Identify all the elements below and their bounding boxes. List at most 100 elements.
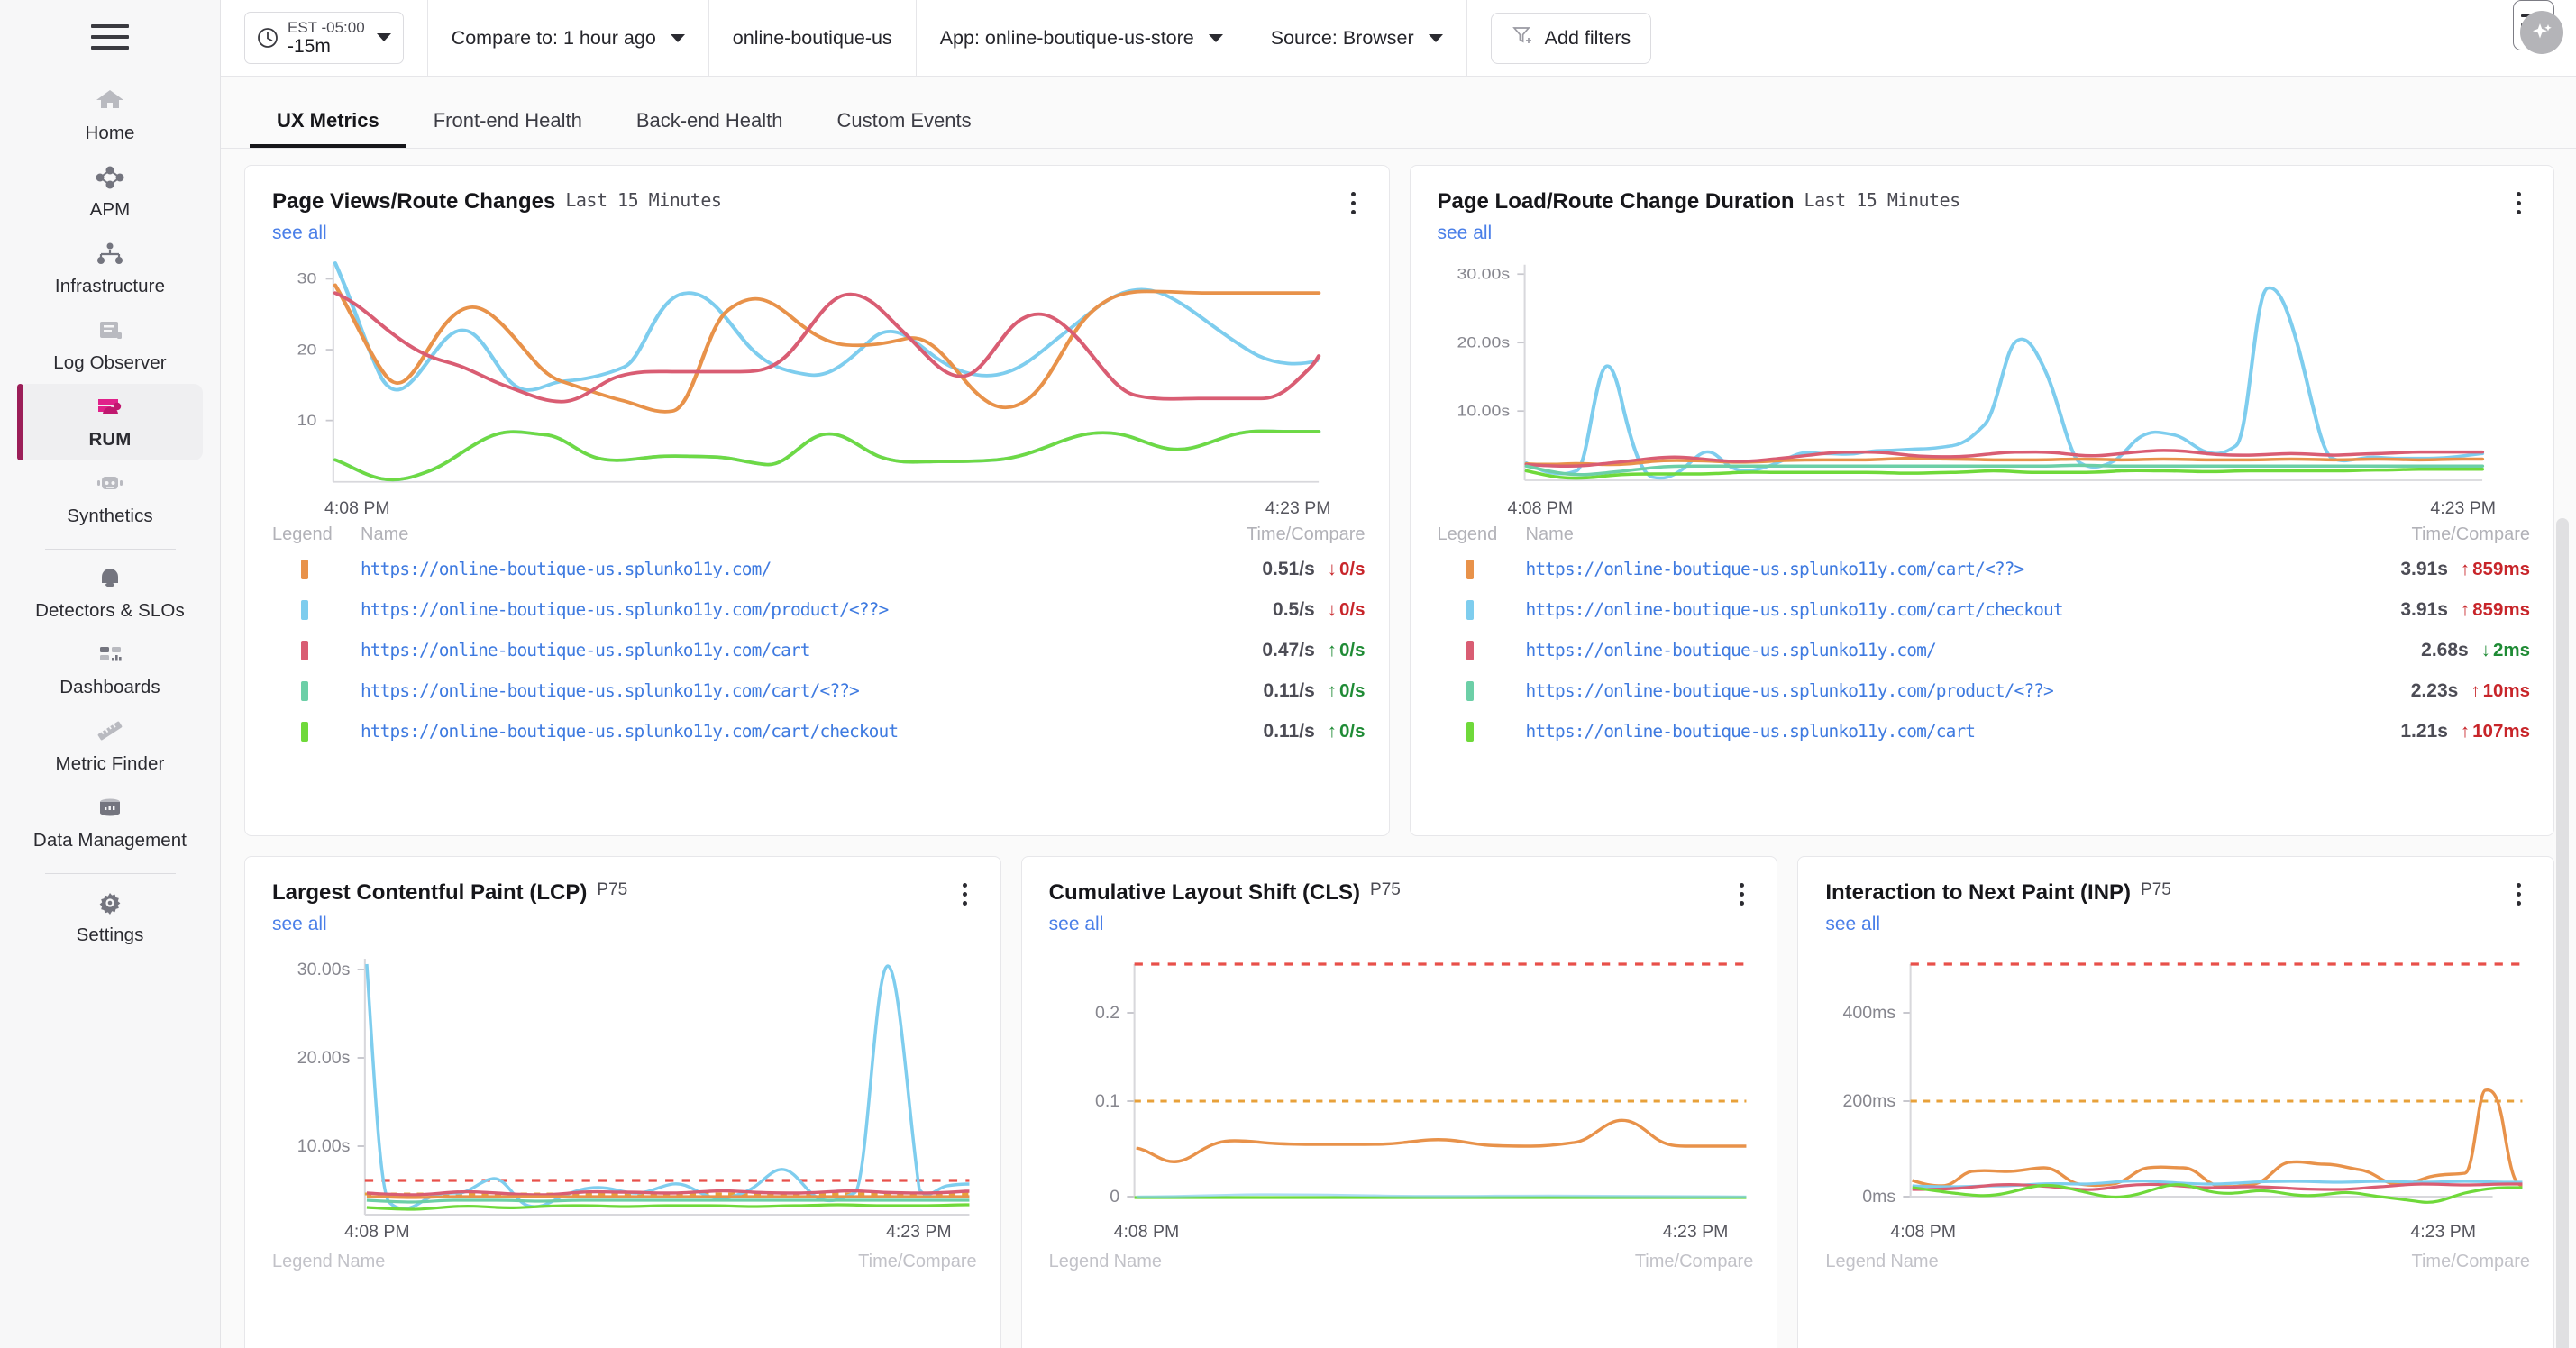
compare-label: Compare to: 1 hour ago [451, 26, 656, 49]
sidebar-item-dashboards[interactable]: Dashboards [18, 632, 203, 708]
main-area: EST -05:00 -15m Compare to: 1 hour ago o… [221, 0, 2576, 1348]
app-dropdown[interactable]: App: online-boutique-us-store [917, 0, 1247, 76]
lcp-chart: 30.00s 20.00s 10.00s 4:08 PM 4:23 PM [272, 948, 977, 1243]
sidebar-item-rum[interactable]: RUM [16, 384, 203, 460]
metric-value: 0.11/s [1263, 720, 1315, 742]
app-label: App: online-boutique-us-store [939, 26, 1194, 49]
time-zone-label: EST -05:00 [288, 18, 365, 36]
environment-selector[interactable]: online-boutique-us [709, 0, 917, 76]
table-row[interactable]: https://online-boutique-us.splunko11y.co… [1438, 670, 2530, 711]
series-link[interactable]: https://online-boutique-us.splunko11y.co… [361, 680, 860, 701]
page-title: Page Views/Route Changes [272, 189, 556, 214]
legend-col-header: Legend [1825, 1252, 1886, 1271]
series-link[interactable]: https://online-boutique-us.splunko11y.co… [361, 640, 811, 660]
see-all-link[interactable]: see all [272, 223, 327, 244]
table-row[interactable]: https://online-boutique-us.splunko11y.co… [1438, 549, 2530, 589]
sidebar-item-label: Data Management [32, 830, 187, 851]
ruler-icon [94, 716, 126, 747]
sidebar-item-log-observer[interactable]: Log Observer [18, 307, 203, 384]
page-title: Interaction to Next Paint (INP) [1825, 880, 2132, 905]
table-row[interactable]: https://online-boutique-us.splunko11y.co… [272, 670, 1366, 711]
sparkle-ai-icon[interactable] [2520, 11, 2563, 54]
see-all-link[interactable]: see all [1438, 223, 1493, 244]
table-row[interactable]: https://online-boutique-us.splunko11y.co… [1438, 589, 2530, 630]
sidebar-item-label: Infrastructure [54, 276, 166, 296]
series-link[interactable]: https://online-boutique-us.splunko11y.co… [361, 599, 889, 620]
log-document-icon [94, 315, 126, 346]
compare-dropdown[interactable]: Compare to: 1 hour ago [428, 0, 709, 76]
x-axis-start-label: 4:08 PM [344, 1222, 410, 1242]
sidebar-item-label: Detectors & SLOs [35, 600, 185, 621]
svg-text:30.00s: 30.00s [297, 961, 351, 979]
page-title: Largest Contentful Paint (LCP) [272, 880, 588, 905]
series-link[interactable]: https://online-boutique-us.splunko11y.co… [361, 721, 899, 742]
name-col-header: Name [1525, 524, 1574, 544]
legend-col-header: Legend [1048, 1252, 1110, 1271]
tab-back-end-health[interactable]: Back-end Health [609, 109, 810, 148]
see-all-link[interactable]: see all [1049, 914, 1104, 935]
svg-text:400ms: 400ms [1843, 1004, 1896, 1023]
kebab-menu-icon[interactable] [2507, 880, 2530, 907]
metric-value: 1.21s [2400, 720, 2448, 742]
kebab-menu-icon[interactable] [2507, 189, 2530, 216]
series-link[interactable]: https://online-boutique-us.splunko11y.co… [1526, 640, 1937, 660]
environment-label: online-boutique-us [732, 26, 892, 49]
sidebar-item-apm[interactable]: APM [18, 154, 203, 231]
sidebar-item-home[interactable]: Home [18, 77, 203, 154]
tab-front-end-health[interactable]: Front-end Health [406, 109, 609, 148]
kebab-menu-icon[interactable] [1342, 189, 1366, 216]
card-subtitle: P75 [597, 880, 628, 899]
sidebar-item-data-management[interactable]: Data Management [18, 785, 203, 861]
table-row[interactable]: https://online-boutique-us.splunko11y.co… [1438, 630, 2530, 670]
svg-text:0.1: 0.1 [1095, 1092, 1119, 1111]
see-all-link[interactable]: see all [272, 914, 327, 935]
table-row[interactable]: https://online-boutique-us.splunko11y.co… [272, 711, 1366, 751]
series-link[interactable]: https://online-boutique-us.splunko11y.co… [1526, 721, 1977, 742]
time-range-picker[interactable]: EST -05:00 -15m [244, 11, 404, 65]
hamburger-icon[interactable] [85, 16, 135, 58]
page-views-chart: 30 20 10 4:08 PM 4:23 PM [272, 257, 1366, 519]
add-filters-button[interactable]: Add filters [1490, 12, 1652, 64]
sidebar-item-detectors-slos[interactable]: Detectors & SLOs [18, 555, 203, 632]
value-col-header: Time/Compare [2411, 524, 2530, 544]
metric-value: 3.91s [2400, 598, 2448, 620]
sidebar-item-label: Home [85, 123, 135, 143]
series-link[interactable]: https://online-boutique-us.splunko11y.co… [1526, 559, 2025, 579]
delta-badge: ↑ 859ms [2460, 558, 2530, 579]
svg-text:30: 30 [297, 270, 317, 287]
sidebar-item-metric-finder[interactable]: Metric Finder [18, 708, 203, 785]
legend-swatch [301, 599, 308, 620]
chevron-down-icon [1208, 33, 1223, 42]
svg-text:20.00s: 20.00s [1457, 334, 1510, 351]
dashboard-content: Page Views/Route Changes Last 15 Minutes… [221, 149, 2576, 1348]
value-col-header: Time/Compare [858, 1252, 977, 1271]
table-row[interactable]: https://online-boutique-us.splunko11y.co… [272, 630, 1366, 670]
sidebar-item-settings[interactable]: Settings [18, 879, 203, 956]
tab-ux-metrics[interactable]: UX Metrics [250, 109, 406, 148]
page-load-chart: 30.00s 20.00s 10.00s 4:08 PM 4:23 PM [1438, 257, 2531, 519]
sidebar-item-synthetics[interactable]: Synthetics [18, 460, 203, 537]
series-link[interactable]: https://online-boutique-us.splunko11y.co… [361, 559, 772, 579]
table-row[interactable]: https://online-boutique-us.splunko11y.co… [1438, 711, 2530, 751]
database-icon [94, 793, 126, 824]
card-subtitle: P75 [2141, 880, 2171, 899]
svg-text:30.00s: 30.00s [1457, 266, 1510, 282]
vertical-scrollbar[interactable] [2556, 518, 2569, 1348]
table-row[interactable]: https://online-boutique-us.splunko11y.co… [272, 549, 1366, 589]
series-link[interactable]: https://online-boutique-us.splunko11y.co… [1526, 680, 2054, 701]
kebab-menu-icon[interactable] [954, 880, 977, 907]
inp-legend-header: Legend Name Time/Compare [1825, 1252, 2530, 1272]
see-all-link[interactable]: see all [1825, 914, 1880, 935]
legend-swatch [301, 721, 308, 742]
tab-custom-events[interactable]: Custom Events [809, 109, 998, 148]
sidebar-item-infrastructure[interactable]: Infrastructure [18, 231, 203, 307]
legend-col-header: Legend [272, 524, 333, 544]
x-axis-end-label: 4:23 PM [2410, 1222, 2477, 1242]
svg-text:200ms: 200ms [1843, 1092, 1896, 1111]
table-row[interactable]: https://online-boutique-us.splunko11y.co… [272, 589, 1366, 630]
kebab-menu-icon[interactable] [1730, 880, 1753, 907]
series-link[interactable]: https://online-boutique-us.splunko11y.co… [1526, 599, 2064, 620]
source-dropdown[interactable]: Source: Browser [1247, 0, 1467, 76]
sidebar-item-label: Settings [76, 924, 144, 945]
add-filters-label: Add filters [1544, 26, 1631, 49]
